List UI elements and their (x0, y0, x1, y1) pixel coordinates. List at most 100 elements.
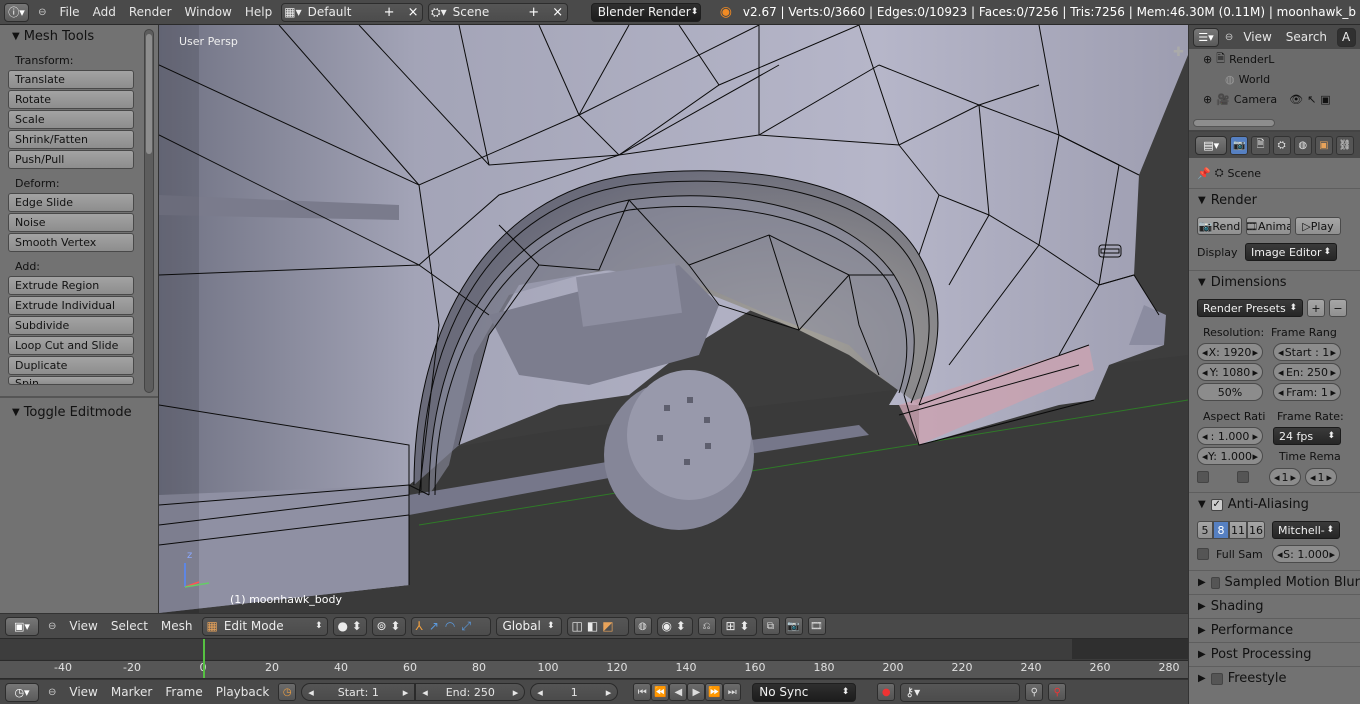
outliner-item-world[interactable]: ◍ World (1189, 69, 1360, 89)
increment-icon[interactable]: ▸ (1252, 450, 1258, 463)
add-preset-icon[interactable]: + (1307, 299, 1325, 317)
render-image-button[interactable]: 📷 Rend (1197, 217, 1242, 235)
extrude-individual-button[interactable]: Extrude Individual (8, 296, 134, 315)
selectable-arrow-icon[interactable]: ↖ (1307, 93, 1316, 106)
outliner-hscrollbar[interactable] (1193, 119, 1275, 127)
edge-slide-button[interactable]: Edge Slide (8, 193, 134, 212)
play-icon[interactable]: ▶ (687, 683, 706, 701)
translate-manipulator-icon[interactable]: ↗ (429, 619, 439, 633)
delete-keyframe-icon[interactable]: ⚲ (1048, 683, 1067, 701)
aa-samples-8[interactable]: 8 (1213, 521, 1229, 539)
tool-shelf-scrollbar[interactable] (144, 29, 154, 393)
border-checkbox[interactable] (1197, 471, 1209, 483)
decrement-icon[interactable]: ◂ (1202, 346, 1208, 359)
menu-view[interactable]: View (65, 685, 101, 699)
scale-manipulator-icon[interactable]: ⤢ (461, 619, 471, 634)
frame-start-field[interactable]: ◂ Start : 1 ▸ (1273, 343, 1341, 361)
decrement-icon[interactable]: ◂ (1274, 471, 1280, 484)
menu-playback[interactable]: Playback (212, 685, 274, 699)
aa-samples-16[interactable]: 16 (1247, 521, 1265, 539)
vertex-select-icon[interactable]: ◫ (572, 619, 583, 633)
toggle-editmode-panel-header[interactable]: ▼ Toggle Editmode (0, 401, 158, 423)
outliner-item-renderlayers[interactable]: ⊕ 🗎 RenderL (1189, 49, 1360, 69)
manipulator-group[interactable]: ⅄ ↗ ◠ ⤢ (410, 616, 491, 636)
scene-tab-icon[interactable]: ⛭ (1272, 135, 1291, 155)
render-engine-dropdown[interactable]: Blender Render ⬍ (590, 2, 701, 22)
play-animation-button[interactable]: ▷ Play (1295, 217, 1341, 235)
anti-aliasing-panel-header[interactable]: ▼ ✓ Anti-Aliasing (1189, 492, 1360, 516)
timeline[interactable]: -40 -20 0 20 40 60 80 100 120 140 160 18… (0, 639, 1188, 679)
expand-plus-icon[interactable]: ⊕ (1203, 53, 1212, 66)
expand-plus-icon[interactable]: ⊕ (1203, 93, 1212, 106)
aa-samples-11[interactable]: 11 (1229, 521, 1247, 539)
freestyle-panel-header[interactable]: ▶ Freestyle (1189, 666, 1360, 690)
menu-marker[interactable]: Marker (107, 685, 156, 699)
preview-range-icon[interactable]: ◷ (278, 683, 297, 701)
render-animation-button[interactable]: 🎞Anima (1246, 217, 1291, 235)
aa-size-field[interactable]: ◂ S: 1.000 ▸ (1272, 545, 1340, 563)
aspect-y-field[interactable]: ◂ Y: 1.000 ▸ (1197, 447, 1263, 465)
collapse-menu-icon[interactable]: ⊖ (48, 621, 56, 632)
visibility-eye-icon[interactable]: 👁 (1289, 93, 1303, 106)
menu-mesh[interactable]: Mesh (157, 619, 197, 633)
translate-button[interactable]: Translate (8, 70, 134, 89)
rotate-button[interactable]: Rotate (8, 90, 134, 109)
menu-frame[interactable]: Frame (161, 685, 206, 699)
decrement-icon[interactable]: ◂ (1202, 366, 1208, 379)
outliner[interactable]: ☰▾ ⊖ View Search A ⊕ 🗎 RenderL ◍ World ⊕… (1189, 25, 1360, 132)
post-processing-panel-header[interactable]: ▶ Post Processing (1189, 642, 1360, 666)
decrement-icon[interactable]: ◂ (422, 686, 428, 699)
proportional-edit-dropdown[interactable]: ◉ ⬍ (656, 616, 693, 636)
editor-type-outliner-button[interactable]: ☰▾ (1193, 27, 1219, 47)
world-tab-icon[interactable]: ◍ (1293, 135, 1312, 155)
next-keyframe-icon[interactable]: ⏩ (705, 683, 724, 701)
manipulator-icon[interactable]: ⅄ (416, 619, 423, 633)
scale-button[interactable]: Scale (8, 110, 134, 129)
menu-view[interactable]: View (65, 619, 101, 633)
noise-button[interactable]: Noise (8, 213, 134, 232)
increment-icon[interactable]: ▸ (1326, 471, 1332, 484)
menu-search[interactable]: Search (1282, 30, 1331, 44)
constraints-tab-icon[interactable]: ⛓ (1335, 135, 1354, 155)
render-animation-icon[interactable]: 🎞 (807, 617, 826, 635)
performance-panel-header[interactable]: ▶ Performance (1189, 618, 1360, 642)
increment-icon[interactable]: ▸ (1252, 366, 1258, 379)
increment-icon[interactable]: ▸ (1329, 548, 1335, 561)
mode-dropdown[interactable]: ▦ Edit Mode ⬍ (201, 616, 328, 636)
spin-button[interactable]: Spin (8, 376, 134, 385)
remap-new-field[interactable]: ◂ 1 ▸ (1305, 468, 1337, 486)
shading-panel-header[interactable]: ▶ Shading (1189, 594, 1360, 618)
render-tab-icon[interactable]: 📷 (1230, 135, 1249, 155)
frame-step-field[interactable]: ◂ Fram: 1 ▸ (1273, 383, 1341, 401)
subdivide-button[interactable]: Subdivide (8, 316, 134, 335)
remap-old-field[interactable]: ◂ 1 ▸ (1269, 468, 1301, 486)
resolution-x-field[interactable]: ◂ X: 1920 ▸ (1197, 343, 1263, 361)
screen-layout-selector[interactable]: ▦▾ Default + × (281, 2, 424, 22)
end-frame-field[interactable]: ◂ End: 250 ▸ (415, 683, 526, 701)
edge-select-icon[interactable]: ◧ (587, 619, 598, 633)
decrement-icon[interactable]: ◂ (308, 686, 314, 699)
increment-icon[interactable]: ▸ (606, 686, 612, 699)
increment-icon[interactable]: ▸ (1252, 346, 1258, 359)
crop-checkbox[interactable] (1237, 471, 1249, 483)
pin-icon[interactable]: 📌 (1197, 167, 1211, 180)
editor-type-info-button[interactable]: ⓘ▾ (4, 2, 30, 22)
copy-layers-icon[interactable]: ⧉ (761, 617, 780, 635)
decrement-icon[interactable]: ◂ (1278, 346, 1284, 359)
face-select-icon[interactable]: ◩ (602, 619, 613, 633)
renderable-camera-icon[interactable]: ▣ (1320, 93, 1330, 106)
add-layout-icon[interactable]: + (380, 4, 398, 21)
scene-selector[interactable]: ⛭▾ Scene + × (428, 2, 568, 22)
editor-type-3dview-button[interactable]: ▣▾ (5, 616, 39, 636)
frame-ruler[interactable] (0, 660, 1188, 678)
shrink-fatten-button[interactable]: Shrink/Fatten (8, 130, 134, 149)
frame-end-field[interactable]: ◂ En: 250 ▸ (1273, 363, 1341, 381)
decrement-icon[interactable]: ◂ (1202, 430, 1208, 443)
occlude-geometry-icon[interactable]: ◍ (633, 617, 652, 635)
current-frame-field[interactable]: ◂ 1 ▸ (530, 683, 619, 701)
menu-help[interactable]: Help (241, 5, 276, 19)
dimensions-panel-header[interactable]: ▼ Dimensions (1189, 270, 1360, 294)
snap-element-dropdown[interactable]: ⊞ ⬍ (720, 616, 757, 636)
delete-scene-icon[interactable]: × (549, 4, 567, 21)
increment-icon[interactable]: ▸ (403, 686, 409, 699)
